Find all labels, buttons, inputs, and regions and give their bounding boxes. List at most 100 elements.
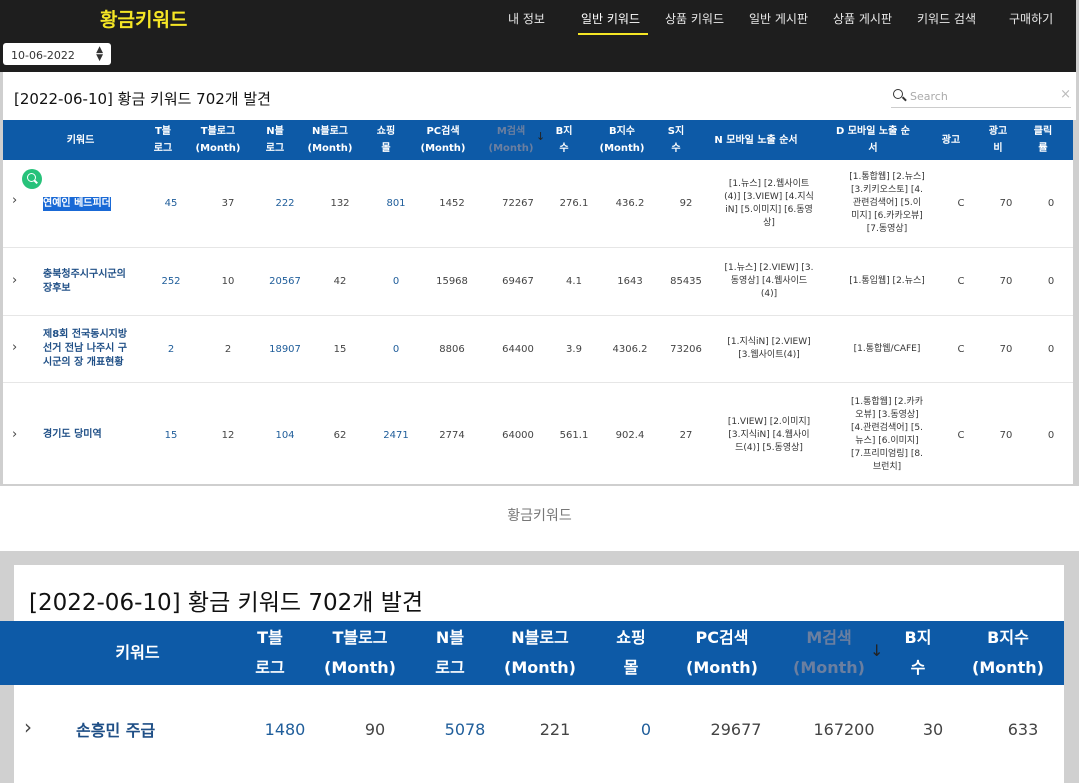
- cell-n-blog-month: 221: [539, 719, 571, 739]
- chevron-right-icon[interactable]: ›: [12, 427, 17, 442]
- keyword-link[interactable]: 손흥민 주급: [76, 699, 196, 759]
- col-b-index-month[interactable]: B지수 (Month): [597, 120, 647, 160]
- table-row[interactable]: › 연예인 베드피더 45 37 222 132 801 1452 72267 …: [3, 160, 1076, 248]
- nav-purchase[interactable]: 구매하기: [1009, 10, 1053, 27]
- cell-pc-search: 2774: [439, 429, 465, 441]
- cell-b-index: 4.1: [566, 276, 582, 287]
- image-caption: 황금키워드: [507, 508, 572, 524]
- screenshot-zoomed: [2022-06-10] 황금 키워드 702개 발견 키워드 T블 로그 T블…: [0, 551, 1079, 783]
- cell-ctr: 0: [1047, 276, 1055, 287]
- cell-ctr: 0: [1047, 198, 1055, 209]
- col-shopping[interactable]: 쇼핑 몰: [609, 621, 653, 685]
- col-b-index-month[interactable]: B지수 (Month): [968, 621, 1048, 685]
- panel-title-zoomed: [2022-06-10] 황금 키워드 702개 발견: [29, 590, 424, 616]
- col-ctr[interactable]: 클릭 률: [1028, 120, 1058, 160]
- nav-my-info[interactable]: 내 정보: [508, 10, 545, 27]
- cell-b-index: 30: [922, 719, 944, 739]
- col-n-blog[interactable]: N블 로그: [263, 120, 287, 160]
- cell-n-mobile: [1.뉴스] [2.VIEW] [3. 동영상] [4.웹사이드 (4)]: [724, 263, 814, 299]
- col-ad[interactable]: 광고: [936, 120, 966, 160]
- col-keyword[interactable]: 키워드: [95, 621, 180, 685]
- cell-shopping: 0: [640, 719, 652, 739]
- screenshot-main: 황금키워드 내 정보 일반 키워드 상품 키워드 일반 게시판 상품 게시판 키…: [0, 0, 1079, 486]
- cell-n-blog: 104: [275, 429, 295, 441]
- cell-shopping: 801: [386, 198, 406, 209]
- nav-general-keyword[interactable]: 일반 키워드: [581, 10, 640, 27]
- cell-b-index-month: 436.2: [615, 198, 645, 209]
- cell-n-blog: 18907: [269, 343, 301, 355]
- sort-desc-icon[interactable]: ↓: [870, 641, 883, 660]
- col-b-index[interactable]: B지 수: [552, 120, 576, 160]
- cell-ad-cost: 70: [999, 343, 1013, 355]
- keyword-link[interactable]: 연예인 베드피더: [43, 160, 148, 247]
- cell-m-search: 72267: [502, 198, 534, 209]
- cell-b-index-month: 633: [1007, 719, 1039, 739]
- sort-desc-icon[interactable]: ↓: [536, 130, 545, 143]
- col-ad-cost[interactable]: 광고 비: [983, 120, 1013, 160]
- col-m-search[interactable]: M검색 (Month): [789, 621, 869, 685]
- cell-ad: C: [957, 429, 965, 441]
- cell-shopping: 0: [392, 276, 400, 287]
- cell-d-mobile: [1.통합웹] [2.뉴스] [3.키키오스토] [4. 관련검색어] [5.이…: [849, 172, 925, 234]
- top-navbar: 황금키워드 내 정보 일반 키워드 상품 키워드 일반 게시판 상품 게시판 키…: [0, 0, 1076, 38]
- clear-icon[interactable]: ×: [1060, 87, 1071, 102]
- keyword-link[interactable]: 충북청주시구시군의 장후보: [43, 248, 148, 315]
- search-input[interactable]: Search: [910, 90, 948, 103]
- nav-product-keyword[interactable]: 상품 키워드: [665, 10, 724, 27]
- col-pc-search[interactable]: PC검색 (Month): [418, 120, 468, 160]
- keyword-link[interactable]: 경기도 당미역: [43, 383, 148, 484]
- panel-title: [2022-06-10] 황금 키워드 702개 발견: [14, 90, 271, 108]
- col-d-mobile[interactable]: D 모바일 노출 순 서: [823, 120, 923, 160]
- table-row[interactable]: › 충북청주시구시군의 장후보 252 10 20567 42 0 15968 …: [3, 248, 1076, 316]
- col-n-blog[interactable]: N블 로그: [428, 621, 472, 685]
- cell-shopping: 0: [392, 343, 400, 355]
- table-row[interactable]: › 제8회 전국동시지방 선거 전남 나주시 구 시군의 장 개표현황 2 2 …: [3, 316, 1076, 383]
- cell-n-blog: 5078: [444, 719, 486, 739]
- table-row[interactable]: › 경기도 당미역 15 12 104 62 2471 2774 64000 5…: [3, 383, 1076, 484]
- cell-b-index-month: 902.4: [615, 429, 645, 441]
- magnifier-badge-icon[interactable]: [22, 169, 42, 189]
- chevron-right-icon[interactable]: ›: [12, 273, 17, 288]
- date-select[interactable]: 10-06-2022 ▲ ▼: [3, 43, 111, 65]
- cell-b-index: 276.1: [559, 198, 589, 209]
- cell-ctr: 0: [1047, 343, 1055, 355]
- date-bar: 10-06-2022 ▲ ▼: [0, 38, 1076, 72]
- cell-pc-search: 1452: [439, 198, 465, 209]
- col-t-blog-month[interactable]: T블로그 (Month): [320, 621, 400, 685]
- col-t-blog-month[interactable]: T블로그 (Month): [193, 120, 243, 160]
- nav-keyword-search[interactable]: 키워드 검색: [917, 10, 976, 27]
- chevron-right-icon[interactable]: ›: [12, 340, 17, 355]
- cell-t-blog: 2: [167, 343, 175, 355]
- cell-d-mobile: [1.통입웹] [2.뉴스]: [849, 276, 925, 286]
- cell-ad: C: [957, 198, 965, 209]
- nav-active-indicator: [578, 33, 648, 35]
- col-b-index[interactable]: B지 수: [896, 621, 940, 685]
- cell-n-mobile: [1.뉴스] [2.웹사이트 (4)] [3.VIEW] [4.지식 iN] […: [724, 178, 814, 228]
- keyword-link[interactable]: 제8회 전국동시지방 선거 전남 나주시 구 시군의 장 개표현황: [43, 316, 148, 382]
- col-t-blog[interactable]: T블 로그: [248, 621, 292, 685]
- cell-t-blog: 15: [164, 429, 178, 441]
- col-n-blog-month[interactable]: N블로그 (Month): [305, 120, 355, 160]
- select-updown-icon: ▲ ▼: [96, 45, 103, 63]
- chevron-right-icon[interactable]: ›: [12, 193, 17, 208]
- cell-s-index: 85435: [670, 276, 702, 287]
- col-m-search[interactable]: M검색 (Month): [486, 120, 536, 160]
- col-pc-search[interactable]: PC검색 (Month): [682, 621, 762, 685]
- brand-logo[interactable]: 황금키워드: [100, 5, 187, 32]
- col-shopping[interactable]: 쇼핑 몰: [374, 120, 398, 160]
- date-select-value: 10-06-2022: [11, 49, 75, 62]
- cell-ad-cost: 70: [999, 429, 1013, 441]
- nav-general-board[interactable]: 일반 게시판: [749, 10, 808, 27]
- search-icon: [893, 89, 903, 99]
- col-n-blog-month[interactable]: N블로그 (Month): [500, 621, 580, 685]
- cell-n-blog: 222: [275, 198, 295, 209]
- cell-n-mobile: [1.VIEW] [2.이미지] [3.지식iN] [4.웹사이 드(4)] […: [727, 416, 811, 453]
- col-s-index[interactable]: S지 수: [664, 120, 688, 160]
- col-n-mobile[interactable]: N 모바일 노출 순서: [706, 120, 806, 160]
- col-t-blog[interactable]: T블 로그: [151, 120, 175, 160]
- table-row-zoomed[interactable]: › 손흥민 주급 1480 90 5078 221 0 29677 167200…: [14, 699, 1064, 759]
- search-box[interactable]: Search ×: [891, 87, 1071, 108]
- nav-product-board[interactable]: 상품 게시판: [833, 10, 892, 27]
- chevron-right-icon[interactable]: ›: [24, 715, 32, 739]
- col-keyword[interactable]: 키워드: [43, 120, 118, 160]
